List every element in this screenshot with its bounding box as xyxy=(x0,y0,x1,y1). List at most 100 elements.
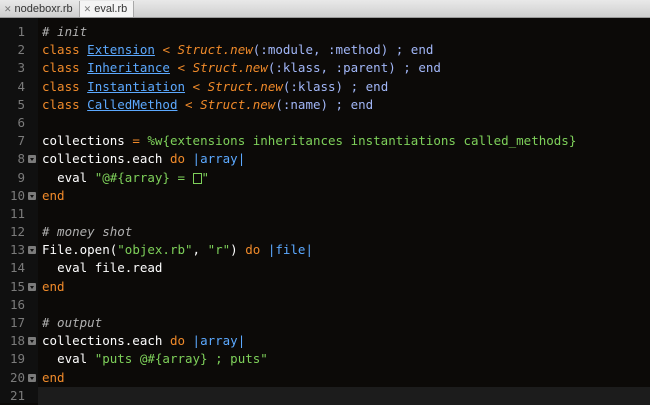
keyword: class xyxy=(42,78,80,94)
code-line: collections.each do |array| xyxy=(38,332,650,350)
string-literal: %w{extensions inheritances instantiation… xyxy=(147,133,577,149)
code-line: class CalledMethod < Struct.new(:name) ;… xyxy=(38,96,650,114)
code-line: class Inheritance < Struct.new(:klass, :… xyxy=(38,59,650,77)
tab-label: eval.rb xyxy=(94,3,128,15)
line-number-text: 15 xyxy=(9,278,25,294)
keyword: end xyxy=(42,369,65,385)
keyword: end xyxy=(42,278,65,294)
line-number-folding: 18 xyxy=(0,332,38,350)
code-line: class Extension < Struct.new(:module, :m… xyxy=(38,41,650,59)
code-line: end xyxy=(38,187,650,205)
struct-new: Struct.new xyxy=(177,42,253,58)
struct-new: Struct.new xyxy=(200,96,276,112)
code-text: ) xyxy=(230,242,238,258)
line-number: 1 xyxy=(17,24,25,39)
code-text: (:klass, :parent) ; end xyxy=(267,60,441,76)
code-text: eval xyxy=(57,169,88,185)
class-name: CalledMethod xyxy=(87,96,178,112)
operator: < xyxy=(177,60,186,76)
fold-icon[interactable] xyxy=(28,337,36,346)
line-number: 2 xyxy=(17,42,25,58)
keyword: do xyxy=(245,242,261,258)
string-literal: "@#{array} = xyxy=(94,169,193,185)
line-number: 19 xyxy=(9,351,25,367)
comment: # output xyxy=(42,315,103,330)
line-number-text: 20 xyxy=(9,369,25,385)
keyword: class xyxy=(42,96,80,112)
line-number: 11 xyxy=(9,205,25,221)
line-number-text: 13 xyxy=(9,242,25,258)
code-line: File.open("objex.rb", "r") do |file| xyxy=(38,241,650,259)
line-number: 12 xyxy=(9,224,25,240)
line-number-folding: 10 xyxy=(0,187,38,205)
close-icon[interactable]: ✕ xyxy=(4,4,12,15)
line-number-text: 8 xyxy=(17,151,25,167)
code-text: File.open( xyxy=(42,242,118,258)
code-line: end xyxy=(38,278,650,296)
line-number-folding: 13 xyxy=(0,241,38,259)
current-line[interactable] xyxy=(38,386,650,405)
line-number-text: 10 xyxy=(9,187,25,203)
code-line: # output xyxy=(38,314,650,332)
keyword: class xyxy=(42,42,80,58)
line-number-text: 18 xyxy=(9,333,25,349)
comment: # init xyxy=(42,24,88,39)
code-text: eval file.read xyxy=(57,260,163,276)
keyword: do xyxy=(169,151,186,167)
fold-icon[interactable] xyxy=(28,155,36,164)
struct-new: Struct.new xyxy=(192,60,268,76)
code-line: collections = %w{extensions inheritances… xyxy=(38,132,650,150)
line-number: 21 xyxy=(9,387,25,403)
code-line: eval file.read xyxy=(38,259,650,277)
code-text: eval xyxy=(57,351,88,367)
line-number: 16 xyxy=(9,296,25,312)
tab-eval[interactable]: ✕ eval.rb xyxy=(79,1,135,17)
class-name: Inheritance xyxy=(87,60,170,76)
code-text: collections.each xyxy=(42,151,163,167)
block-arg: |array| xyxy=(192,333,246,349)
operator: = xyxy=(132,133,140,149)
block-arg: |array| xyxy=(192,151,246,167)
fold-icon[interactable] xyxy=(28,373,36,382)
code-area[interactable]: # init class Extension < Struct.new(:mod… xyxy=(38,18,650,405)
code-text: (:name) ; end xyxy=(275,96,374,112)
line-number: 9 xyxy=(17,169,25,185)
editor[interactable]: 1 2 3 4 5 6 7 8 9 10 11 12 13 14 15 16 1… xyxy=(0,18,650,405)
line-number: 4 xyxy=(17,78,25,94)
string-literal: "puts @#{array} ; puts" xyxy=(94,351,268,367)
struct-new: Struct.new xyxy=(207,78,283,94)
comment: # money shot xyxy=(42,224,133,240)
operator: < xyxy=(185,96,193,112)
line-number: 6 xyxy=(17,114,25,130)
fold-icon[interactable] xyxy=(28,191,36,200)
string-literal: "objex.rb" xyxy=(117,242,193,258)
class-name: Extension xyxy=(87,42,155,58)
fold-icon[interactable] xyxy=(28,282,36,291)
code-text: (:klass) ; end xyxy=(282,78,389,94)
code-line: end xyxy=(38,369,650,387)
code-text: , xyxy=(192,242,208,258)
code-line: # money shot xyxy=(38,223,650,241)
line-number-folding: 8 xyxy=(0,150,38,168)
fold-icon[interactable] xyxy=(28,246,36,255)
string-literal: " xyxy=(201,169,210,185)
close-icon[interactable]: ✕ xyxy=(84,4,92,15)
variable: collections xyxy=(42,133,125,149)
string-literal: "r" xyxy=(207,242,231,258)
keyword: end xyxy=(42,187,65,203)
tab-label: nodeboxr.rb xyxy=(14,3,73,15)
line-number-folding: 20 xyxy=(0,369,38,387)
tab-nodeboxr[interactable]: ✕ nodeboxr.rb xyxy=(0,1,80,17)
class-name: Instantiation xyxy=(87,78,186,94)
keyword: class xyxy=(42,60,80,76)
code-line: eval "puts @#{array} ; puts" xyxy=(38,350,650,368)
line-number: 7 xyxy=(17,133,25,149)
line-number: 14 xyxy=(9,260,25,276)
line-number: 3 xyxy=(17,60,25,76)
code-text: collections.each xyxy=(42,333,163,349)
tab-bar: ✕ nodeboxr.rb ✕ eval.rb xyxy=(0,0,650,18)
line-gutter: 1 2 3 4 5 6 7 8 9 10 11 12 13 14 15 16 1… xyxy=(0,18,38,403)
